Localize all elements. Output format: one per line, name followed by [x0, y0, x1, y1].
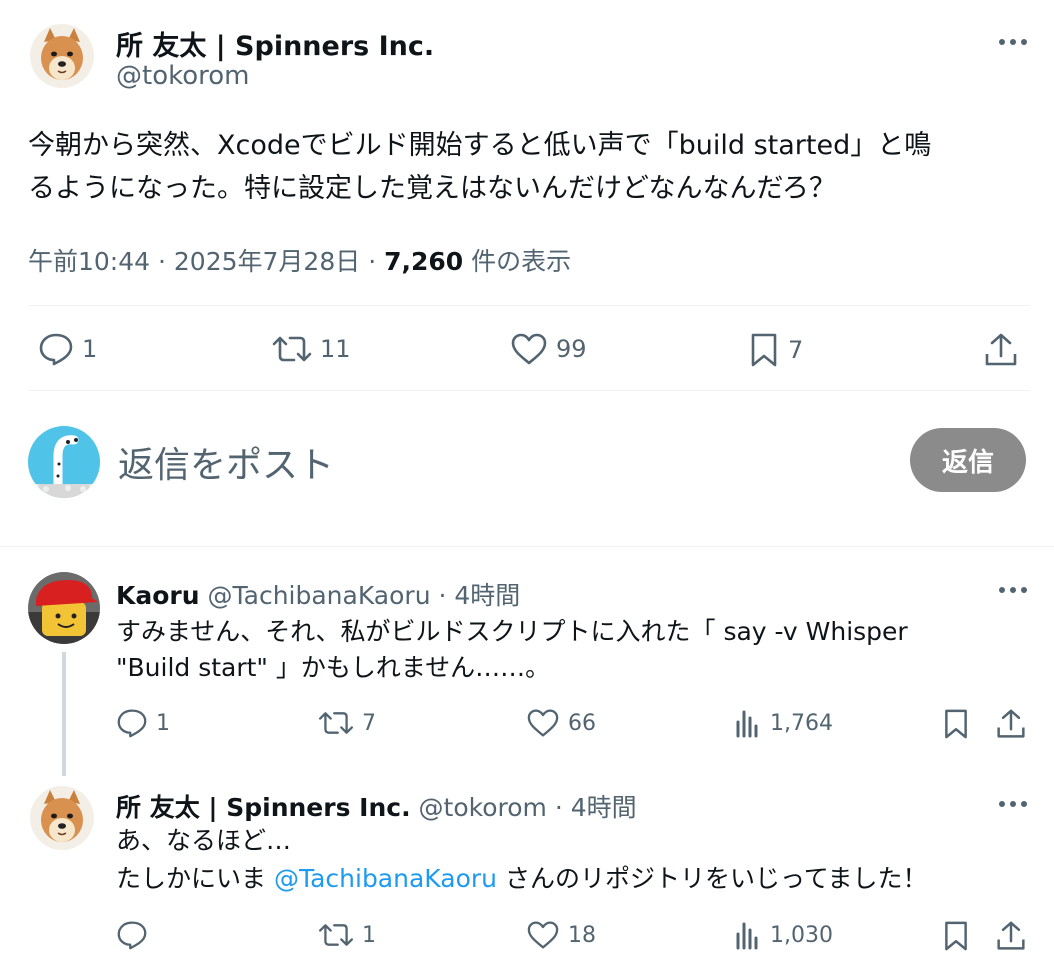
more-icon[interactable] [993, 30, 1033, 54]
reply-count: 1 [82, 335, 98, 363]
reply-author-name[interactable]: 所 友太 | Spinners Inc. [116, 793, 411, 822]
tweet-text-line: 今朝から突然、Xcodeでビルド開始すると低い声で「build started」… [28, 130, 932, 161]
my-avatar[interactable] [28, 426, 100, 498]
views-count: 1,030 [770, 922, 833, 948]
retweet-button[interactable]: 1 [318, 920, 376, 950]
text-segment: たしかにいま [116, 864, 274, 893]
like-button[interactable]: 99 [510, 332, 587, 366]
divider [0, 546, 1054, 547]
like-button[interactable]: 18 [526, 920, 596, 950]
reply-text-line: たしかにいま @TachibanaKaoru さんのリポジトリをいじってました！ [116, 860, 927, 898]
more-icon[interactable] [993, 578, 1033, 602]
more-icon[interactable] [993, 792, 1033, 816]
bookmark-button[interactable] [942, 708, 970, 740]
retweet-count: 1 [362, 922, 376, 948]
retweet-count: 11 [320, 335, 351, 363]
bookmark-count: 7 [788, 336, 804, 364]
heart-icon [510, 332, 548, 366]
reply-header: Kaoru @TachibanaKaoru · 4時間 [116, 576, 520, 612]
share-button[interactable] [996, 708, 1026, 740]
reply-text: すみません、それ、私がビルドスクリプトに入れた「 say -v Whisper … [116, 614, 908, 686]
reply-author-handle[interactable]: @tokorom [419, 793, 547, 822]
share-button[interactable] [996, 920, 1026, 952]
reply-button[interactable]: 1 [116, 708, 170, 738]
reply-icon [116, 708, 148, 738]
reply-compose-input[interactable]: 返信をポスト [118, 436, 334, 488]
divider [28, 390, 1030, 391]
meta-separator: · [438, 581, 447, 610]
reply-text: あ、なるほど… たしかにいま @TachibanaKaoru さんのリポジトリを… [116, 822, 927, 898]
views-count: 7,260 [384, 247, 464, 276]
meta-separator: · [368, 247, 377, 276]
mention-link[interactable]: @TachibanaKaoru [274, 864, 497, 893]
retweet-icon [272, 332, 312, 366]
like-count: 18 [568, 922, 596, 948]
divider [28, 305, 1030, 306]
views-button[interactable]: 1,030 [734, 920, 833, 950]
share-icon [984, 332, 1018, 368]
reply-submit-button[interactable]: 返信 [910, 428, 1026, 492]
meta-separator: · [554, 793, 563, 822]
reply-count: 1 [156, 710, 170, 736]
views-label: 件の表示 [471, 247, 572, 276]
like-button[interactable]: 66 [526, 708, 596, 738]
like-count: 99 [556, 335, 587, 363]
bookmark-icon [942, 920, 970, 952]
reply-button[interactable]: 1 [38, 332, 97, 366]
tweet-time[interactable]: 午前10:44 [28, 247, 150, 276]
share-icon [996, 708, 1026, 740]
text-segment: さんのリポジトリをいじってました！ [497, 864, 928, 893]
reply-author-name[interactable]: Kaoru [116, 581, 200, 610]
reply-text-line: すみません、それ、私がビルドスクリプトに入れた「 say -v Whisper [116, 617, 908, 646]
reply-button[interactable] [116, 920, 148, 950]
bookmark-icon [748, 332, 780, 368]
analytics-icon [734, 920, 762, 950]
share-icon [996, 920, 1026, 952]
views-count: 1,764 [770, 710, 833, 736]
tweet-text-line: るようになった。特に設定した覚えはないんだけどなんなんだろ？ [28, 173, 836, 204]
meta-separator: · [158, 247, 166, 276]
heart-icon [526, 920, 560, 950]
tweet-text: 今朝から突然、Xcodeでビルド開始すると低い声で「build started」… [28, 124, 931, 210]
reply-header: 所 友太 | Spinners Inc. @tokorom · 4時間 [116, 788, 637, 824]
analytics-icon [734, 708, 762, 738]
retweet-button[interactable]: 7 [318, 708, 376, 738]
retweet-icon [318, 708, 354, 738]
author-name[interactable]: 所 友太 | Spinners Inc. [116, 24, 434, 63]
reply-text-line: "Build start" 」かもしれません……。 [116, 653, 551, 682]
bookmark-button[interactable]: 7 [748, 332, 803, 368]
author-avatar[interactable] [30, 24, 94, 88]
thread-line [62, 652, 66, 776]
reply-avatar-tokorom[interactable] [30, 786, 94, 850]
retweet-count: 7 [362, 710, 376, 736]
like-count: 66 [568, 710, 596, 736]
retweet-icon [318, 920, 354, 950]
bookmark-button[interactable] [942, 920, 970, 952]
reply-time[interactable]: 4時間 [454, 581, 520, 610]
tweet-meta: 午前10:44 · 2025年7月28日 · 7,260 件の表示 [28, 242, 571, 278]
reply-icon [116, 920, 148, 950]
tweet-date[interactable]: 2025年7月28日 [174, 247, 360, 276]
share-button[interactable] [984, 332, 1018, 368]
bookmark-icon [942, 708, 970, 740]
author-handle[interactable]: @tokorom [116, 61, 250, 91]
retweet-button[interactable]: 11 [272, 332, 351, 366]
heart-icon [526, 708, 560, 738]
reply-icon [38, 332, 74, 366]
reply-avatar-kaoru[interactable] [28, 572, 100, 644]
reply-text-line: あ、なるほど… [116, 826, 292, 855]
views-button[interactable]: 1,764 [734, 708, 833, 738]
reply-time[interactable]: 4時間 [571, 793, 637, 822]
reply-author-handle[interactable]: @TachibanaKaoru [208, 581, 431, 610]
